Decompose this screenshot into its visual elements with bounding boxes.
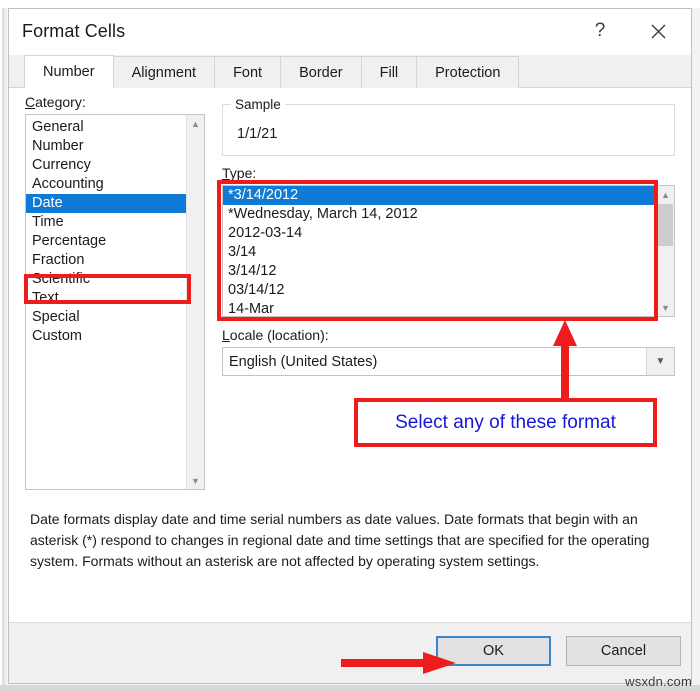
category-item[interactable]: Text — [26, 289, 186, 308]
tab-border[interactable]: Border — [280, 56, 362, 88]
dialog-titlebar: Format Cells ? — [9, 9, 691, 55]
format-description-text: Date formats display date and time seria… — [30, 511, 650, 569]
category-item[interactable]: Special — [26, 308, 186, 327]
category-items: General Number Currency Accounting Date Time P… — [26, 115, 186, 489]
category-label: Category: — [25, 94, 86, 110]
category-item[interactable]: Number — [26, 137, 186, 156]
category-item[interactable]: Scientific — [26, 270, 186, 289]
ok-button[interactable]: OK — [436, 636, 551, 666]
tab-fill[interactable]: Fill — [360, 56, 418, 88]
locale-value: English (United States) — [229, 353, 378, 370]
scroll-up-icon[interactable]: ▲ — [187, 115, 204, 132]
sample-group-box — [222, 104, 675, 156]
type-listbox[interactable]: *3/14/2012 *Wednesday, March 14, 2012 2012… — [222, 185, 675, 317]
category-item[interactable]: Fraction — [26, 251, 186, 270]
close-button[interactable] — [635, 9, 681, 53]
category-item[interactable]: Time — [26, 213, 186, 232]
category-item[interactable]: Date — [26, 194, 186, 213]
scroll-down-icon[interactable]: ▼ — [187, 472, 204, 489]
type-item[interactable]: 3/14/12 — [223, 262, 656, 281]
category-listbox[interactable]: General Number Currency Accounting Date Time P… — [25, 114, 205, 490]
scrollbar-thumb[interactable] — [658, 204, 673, 246]
dialog-title: Format Cells — [22, 21, 126, 41]
type-item[interactable]: *3/14/2012 — [223, 186, 656, 205]
tabs-container: Number Alignment Font Border Fill Protection — [24, 55, 691, 88]
sample-legend: Sample — [231, 97, 285, 112]
category-item[interactable]: Custom — [26, 327, 186, 346]
backdrop-top-strip — [0, 0, 700, 8]
watermark: wsxdn.com — [625, 674, 692, 689]
type-items: *3/14/2012 *Wednesday, March 14, 2012 2012… — [223, 186, 656, 316]
tab-alignment[interactable]: Alignment — [112, 56, 216, 88]
scroll-up-icon[interactable]: ▲ — [657, 186, 674, 203]
type-item[interactable]: *Wednesday, March 14, 2012 — [223, 205, 656, 224]
backdrop-bottom-strip — [0, 685, 700, 691]
format-cells-dialog: Format Cells ? Number Alignment Font Border… — [8, 8, 692, 684]
annotation-callout-box: Select any of these format — [354, 398, 657, 447]
dialog-footer: OK Cancel — [9, 622, 691, 683]
tab-protection[interactable]: Protection — [416, 56, 520, 88]
annotation-callout-text: Select any of these format — [395, 411, 616, 433]
type-item[interactable]: 3/14 — [223, 243, 656, 262]
tab-strip: Number Alignment Font Border Fill Protection — [9, 55, 691, 88]
category-item[interactable]: Percentage — [26, 232, 186, 251]
type-label: Type: — [222, 165, 257, 181]
question-mark-icon: ? — [594, 20, 606, 41]
cancel-button[interactable]: Cancel — [566, 636, 681, 666]
type-scrollbar[interactable]: ▲ ▼ — [656, 186, 674, 316]
backdrop-left-strip — [0, 0, 8, 691]
type-item[interactable]: 2012-03-14 — [223, 224, 656, 243]
category-item[interactable]: Currency — [26, 156, 186, 175]
tab-number[interactable]: Number — [24, 55, 114, 88]
scroll-down-icon[interactable]: ▼ — [657, 299, 674, 316]
chevron-down-icon[interactable]: ▼ — [646, 348, 674, 375]
dialog-body: Category: General Number Currency Accountin… — [9, 88, 691, 683]
help-button[interactable]: ? — [577, 9, 623, 53]
locale-label: Locale (location): — [222, 327, 329, 343]
close-icon — [651, 24, 665, 38]
locale-dropdown[interactable]: English (United States) ▼ — [222, 347, 675, 376]
category-item[interactable]: Accounting — [26, 175, 186, 194]
type-item[interactable]: 14-Mar — [223, 300, 656, 316]
category-scrollbar[interactable]: ▲ ▼ — [186, 115, 204, 489]
category-item[interactable]: General — [26, 118, 186, 137]
tab-font[interactable]: Font — [214, 56, 282, 88]
type-item[interactable]: 03/14/12 — [223, 281, 656, 300]
sample-value: 1/1/21 — [237, 126, 278, 142]
